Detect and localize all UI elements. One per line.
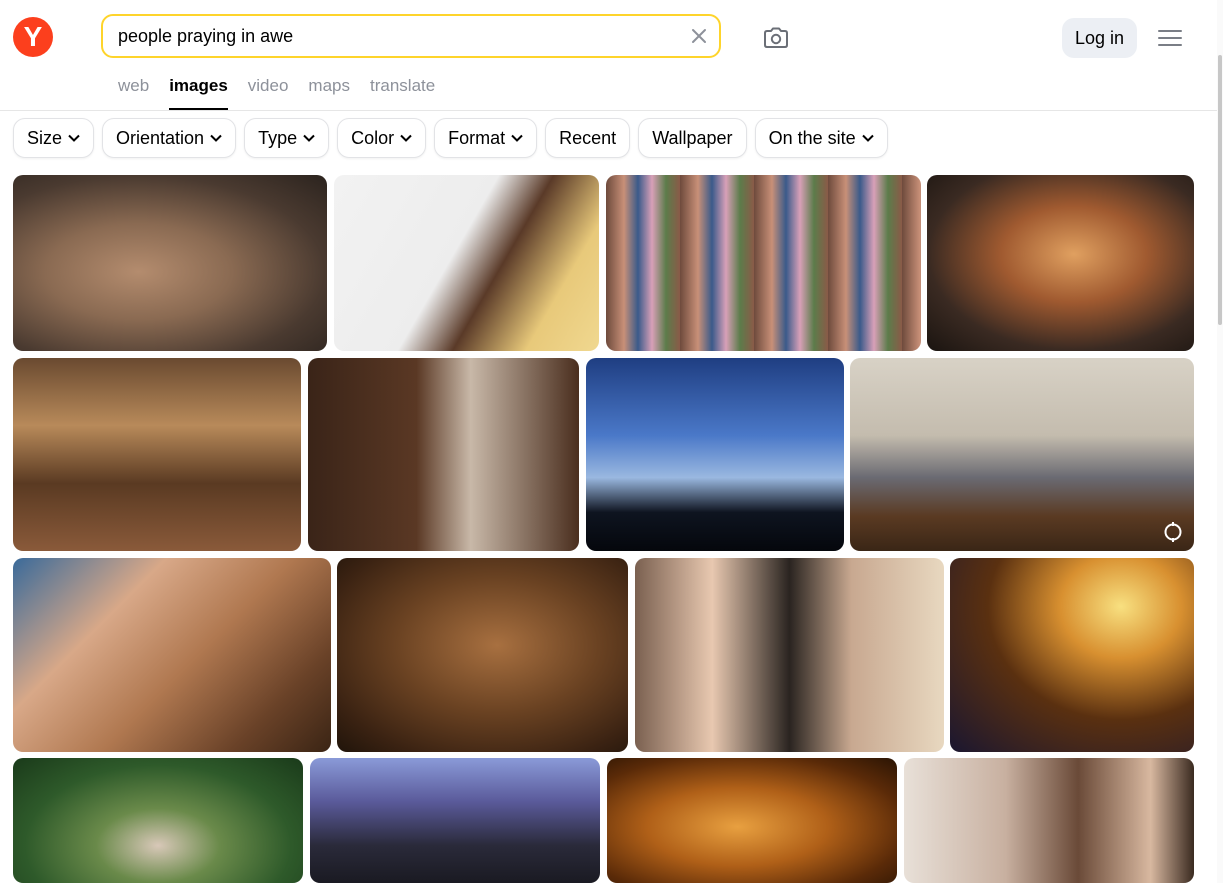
image-result[interactable]: [607, 758, 897, 883]
filter-bar: Size Orientation Type Color Format Recen…: [13, 118, 888, 160]
filter-label: Orientation: [116, 127, 205, 148]
filter-on-the-site[interactable]: On the site: [754, 118, 888, 158]
filter-format[interactable]: Format: [434, 118, 538, 158]
chevron-down-icon: [303, 134, 315, 142]
image-result[interactable]: [904, 758, 1194, 883]
filter-label: Recent: [559, 127, 617, 148]
image-result[interactable]: [310, 758, 600, 883]
image-result[interactable]: [337, 558, 628, 752]
chevron-down-icon: [511, 134, 523, 142]
filter-wallpaper[interactable]: Wallpaper: [638, 118, 747, 158]
filter-label: Format: [448, 127, 506, 148]
image-result[interactable]: [13, 558, 331, 752]
filter-label: Color: [351, 127, 395, 148]
tab-maps[interactable]: maps: [308, 72, 350, 110]
top-header: Y Log in web images video maps translate: [0, 0, 1217, 111]
chevron-down-icon: [861, 134, 874, 142]
image-result[interactable]: [334, 175, 599, 351]
image-result[interactable]: [586, 358, 844, 551]
chevron-down-icon: [68, 134, 80, 142]
similar-search-icon[interactable]: [1162, 521, 1184, 543]
search-box[interactable]: [101, 14, 721, 58]
chevron-down-icon: [400, 134, 412, 142]
close-icon[interactable]: [687, 24, 711, 48]
tab-web[interactable]: web: [118, 72, 149, 110]
image-result[interactable]: [308, 358, 579, 551]
filter-color[interactable]: Color: [337, 118, 427, 158]
chevron-down-icon: [210, 134, 222, 142]
filter-label: Size: [27, 127, 63, 148]
image-result[interactable]: [13, 358, 301, 551]
tab-translate[interactable]: translate: [370, 72, 435, 110]
image-result[interactable]: [927, 175, 1194, 351]
search-input[interactable]: [118, 16, 678, 56]
image-result[interactable]: [606, 175, 921, 351]
filter-label: Type: [258, 127, 298, 148]
search-tabs: web images video maps translate: [118, 72, 435, 110]
image-result[interactable]: [950, 558, 1194, 752]
image-result[interactable]: [13, 758, 303, 883]
filter-orientation[interactable]: Orientation: [102, 118, 237, 158]
menu-icon[interactable]: [1154, 22, 1186, 54]
filter-label: Wallpaper: [652, 127, 733, 148]
login-button[interactable]: Log in: [1062, 18, 1137, 58]
tab-video[interactable]: video: [248, 72, 289, 110]
image-result[interactable]: [635, 558, 944, 752]
image-result[interactable]: [13, 175, 327, 351]
image-result[interactable]: [850, 358, 1194, 551]
tab-images[interactable]: images: [169, 72, 228, 110]
page-scrollbar[interactable]: [1217, 0, 1223, 883]
filter-recent[interactable]: Recent: [545, 118, 631, 158]
filter-label: On the site: [768, 127, 856, 148]
scrollbar-thumb[interactable]: [1218, 55, 1222, 325]
yandex-logo[interactable]: Y: [13, 17, 53, 57]
filter-type[interactable]: Type: [244, 118, 330, 158]
camera-icon[interactable]: [760, 22, 792, 54]
filter-size[interactable]: Size: [13, 118, 95, 158]
